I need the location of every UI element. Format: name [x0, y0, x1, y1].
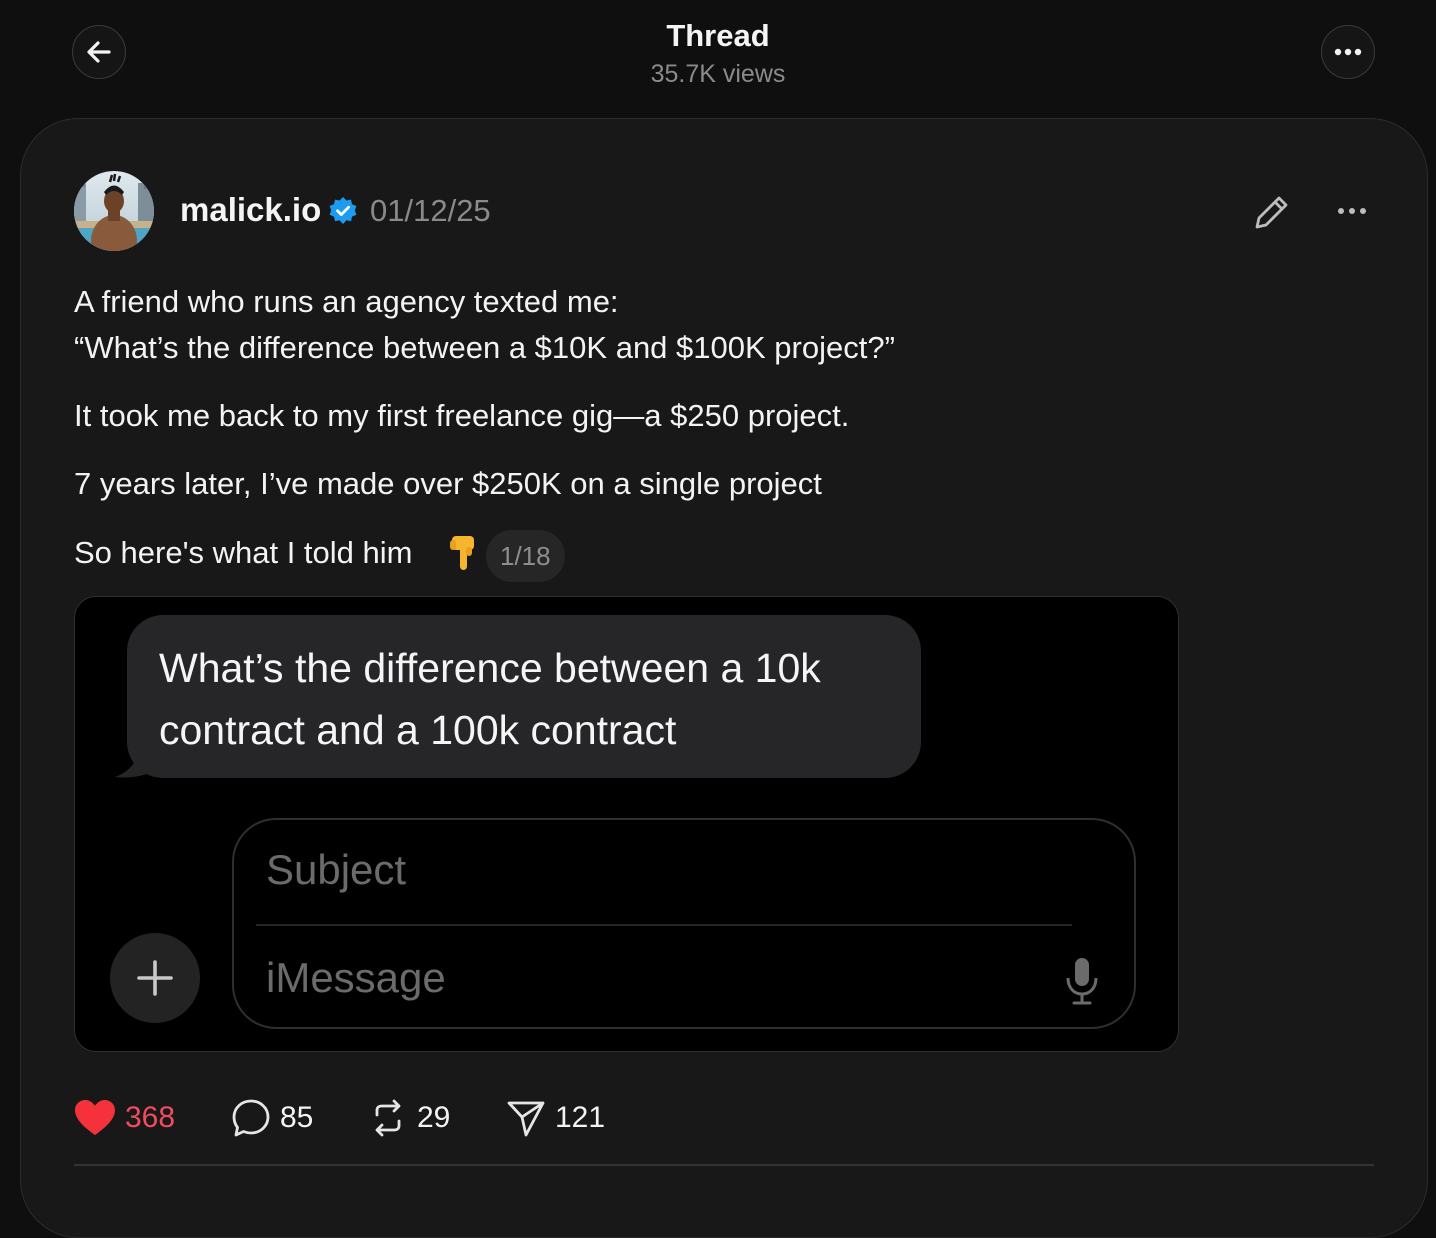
- post-media-image[interactable]: What’s the difference between a 10k cont…: [74, 596, 1179, 1052]
- post-text-line: A friend who runs an agency texted me:: [74, 284, 619, 319]
- pointing-down-emoji-icon: [450, 536, 474, 570]
- repost-count: 29: [417, 1101, 451, 1134]
- microphone-icon: [1066, 958, 1098, 1005]
- subject-field: Subject: [266, 846, 407, 893]
- verified-badge-icon: [329, 197, 357, 224]
- plus-icon: [137, 960, 173, 996]
- post-text-line: “What’s the difference between a $10K an…: [74, 330, 895, 365]
- ellipsis-icon: [1338, 208, 1366, 214]
- avatar[interactable]: [74, 171, 154, 251]
- message-field: iMessage: [266, 954, 446, 1001]
- message-bubble: What’s the difference between a 10k cont…: [127, 615, 921, 778]
- like-button[interactable]: 368: [74, 1096, 175, 1140]
- send-icon: [507, 1101, 545, 1137]
- share-button[interactable]: 121: [506, 1096, 605, 1140]
- message-compose-box: Subject iMessage: [232, 818, 1136, 1029]
- top-bar: Thread 35.7K views: [0, 0, 1436, 118]
- edit-button[interactable]: [1250, 190, 1294, 234]
- compose-divider: [256, 924, 1072, 926]
- post-text-line: It took me back to my first freelance gi…: [74, 398, 850, 433]
- add-attachment-button: [110, 933, 200, 1023]
- reply-button[interactable]: 85: [231, 1096, 313, 1140]
- like-count: 368: [125, 1101, 176, 1134]
- post-more-button[interactable]: [1330, 195, 1374, 227]
- thread-counter-badge: 1/18: [486, 530, 565, 582]
- divider: [74, 1164, 1374, 1166]
- more-options-button[interactable]: [1321, 25, 1375, 79]
- page-title: Thread: [666, 18, 770, 53]
- post-text-line: 7 years later, I’ve made over $250K on a…: [74, 466, 822, 501]
- heart-icon: [75, 1100, 115, 1135]
- repost-icon: [375, 1099, 401, 1137]
- repost-button[interactable]: 29: [368, 1096, 450, 1140]
- share-count: 121: [555, 1101, 606, 1134]
- post-date: 01/12/25: [370, 193, 491, 228]
- view-count: 35.7K views: [650, 60, 786, 88]
- reply-count: 85: [280, 1101, 314, 1134]
- comment-icon: [232, 1099, 270, 1137]
- author-name[interactable]: malick.io: [180, 191, 321, 229]
- post-text-line: So here's what I told him: [74, 535, 413, 570]
- pencil-icon: [1255, 196, 1288, 229]
- ellipsis-icon: [1334, 48, 1362, 56]
